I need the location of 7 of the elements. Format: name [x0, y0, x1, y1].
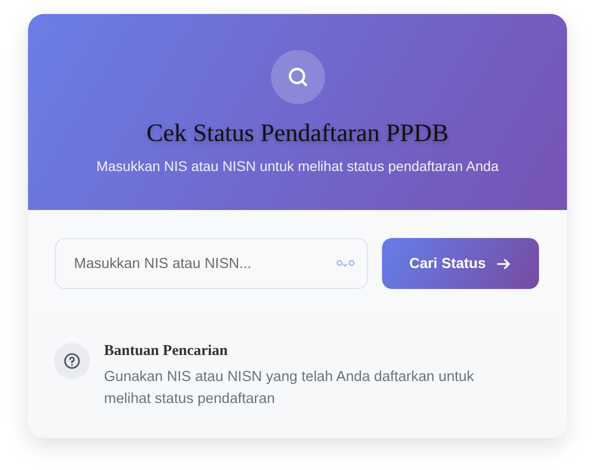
page-subtitle: Masukkan NIS atau NISN untuk melihat status pendaftaran Anda	[96, 158, 499, 174]
help-title: Bantuan Pencarian	[104, 343, 229, 360]
nis-input-field[interactable]: Masukkan NIS atau NISN...	[55, 238, 368, 289]
help-text: Gunakan NIS atau NISN yang telah Anda daftarkan untuk melihat status pendaftaran	[104, 368, 475, 409]
help-icon	[54, 343, 90, 379]
page-title: Cek Status Pendaftaran PPDB	[146, 120, 449, 148]
search-button[interactable]: Cari Status	[382, 238, 539, 289]
